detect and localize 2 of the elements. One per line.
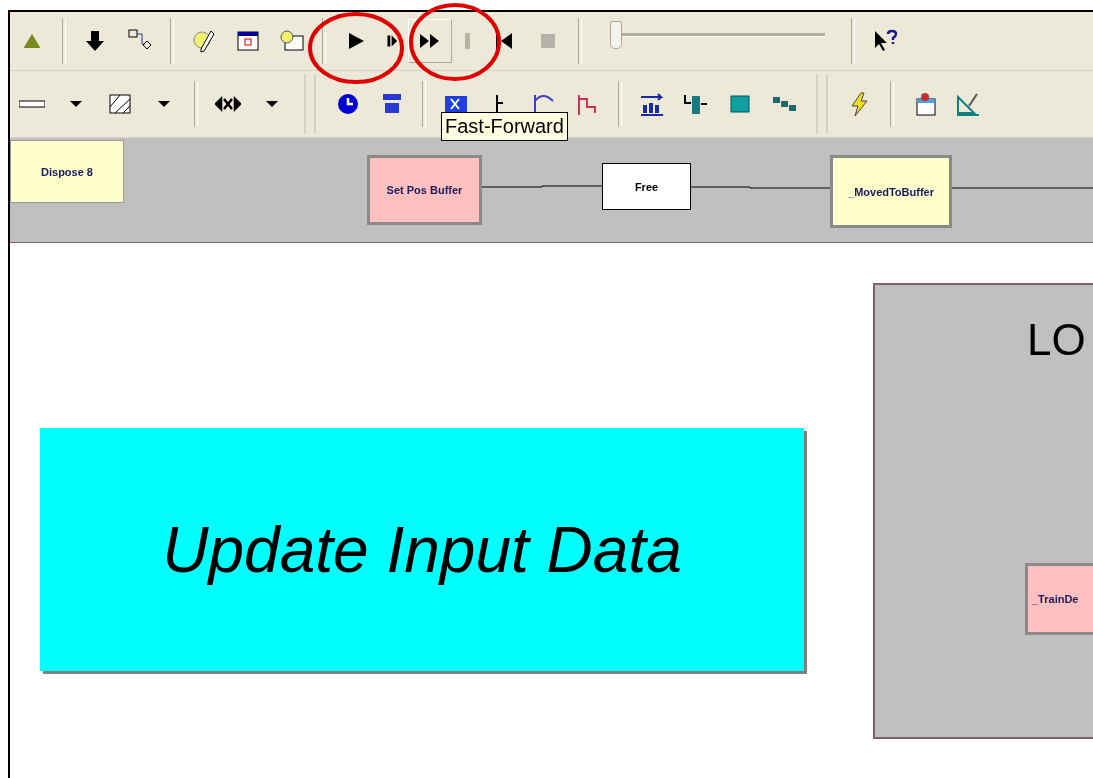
tooltip: Fast-Forward bbox=[441, 112, 568, 141]
panel-title: LO bbox=[1027, 315, 1086, 365]
